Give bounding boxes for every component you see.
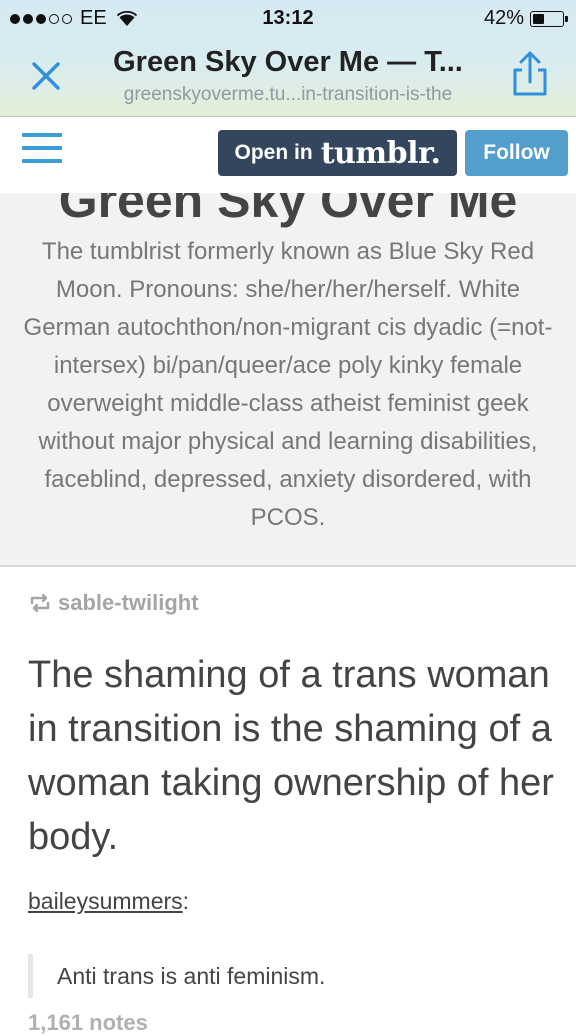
reblog-icon	[30, 593, 50, 613]
close-icon[interactable]	[26, 56, 66, 96]
reblog-source[interactable]: sable-twilight	[28, 590, 199, 616]
follow-button[interactable]: Follow	[465, 130, 568, 176]
status-right: 42%	[483, 7, 568, 30]
battery-icon	[530, 10, 568, 27]
open-in-tumblr-button[interactable]: Open in tumblr.	[218, 130, 457, 176]
source-user-link[interactable]: baileysummers	[28, 888, 183, 914]
browser-chrome: EE 13:12 42% Green Sky Over Me — T... gr…	[0, 0, 576, 117]
reblog-username: sable-twilight	[58, 590, 199, 615]
battery-percent: 42%	[483, 7, 524, 29]
tumblr-logo: tumblr.	[320, 135, 441, 171]
page-url[interactable]: greenskyoverme.tu...in-transition-is-the	[80, 84, 496, 106]
share-icon[interactable]	[506, 50, 554, 98]
blog-description: The tumblrist formerly known as Blue Sky…	[23, 238, 553, 531]
post-source: baileysummers:	[28, 888, 189, 915]
status-bar: EE 13:12 42%	[0, 0, 576, 38]
post-quote: Anti trans is anti feminism.	[28, 954, 325, 998]
page-title: Green Sky Over Me — T...	[113, 46, 463, 78]
blog-header: Green Sky Over Me The tumblrist formerly…	[0, 193, 576, 567]
battery-nub	[565, 15, 568, 22]
post-title: The shaming of a trans woman in transiti…	[28, 654, 554, 858]
open-in-label: Open in	[234, 141, 313, 164]
menu-icon[interactable]	[22, 133, 62, 167]
source-colon: :	[182, 888, 190, 914]
battery-fill	[533, 13, 544, 24]
blog-title: Green Sky Over Me	[58, 193, 518, 228]
tumblr-header: Open in tumblr. Follow	[0, 117, 576, 194]
notes-count[interactable]: 1,161 notes	[28, 1010, 148, 1036]
